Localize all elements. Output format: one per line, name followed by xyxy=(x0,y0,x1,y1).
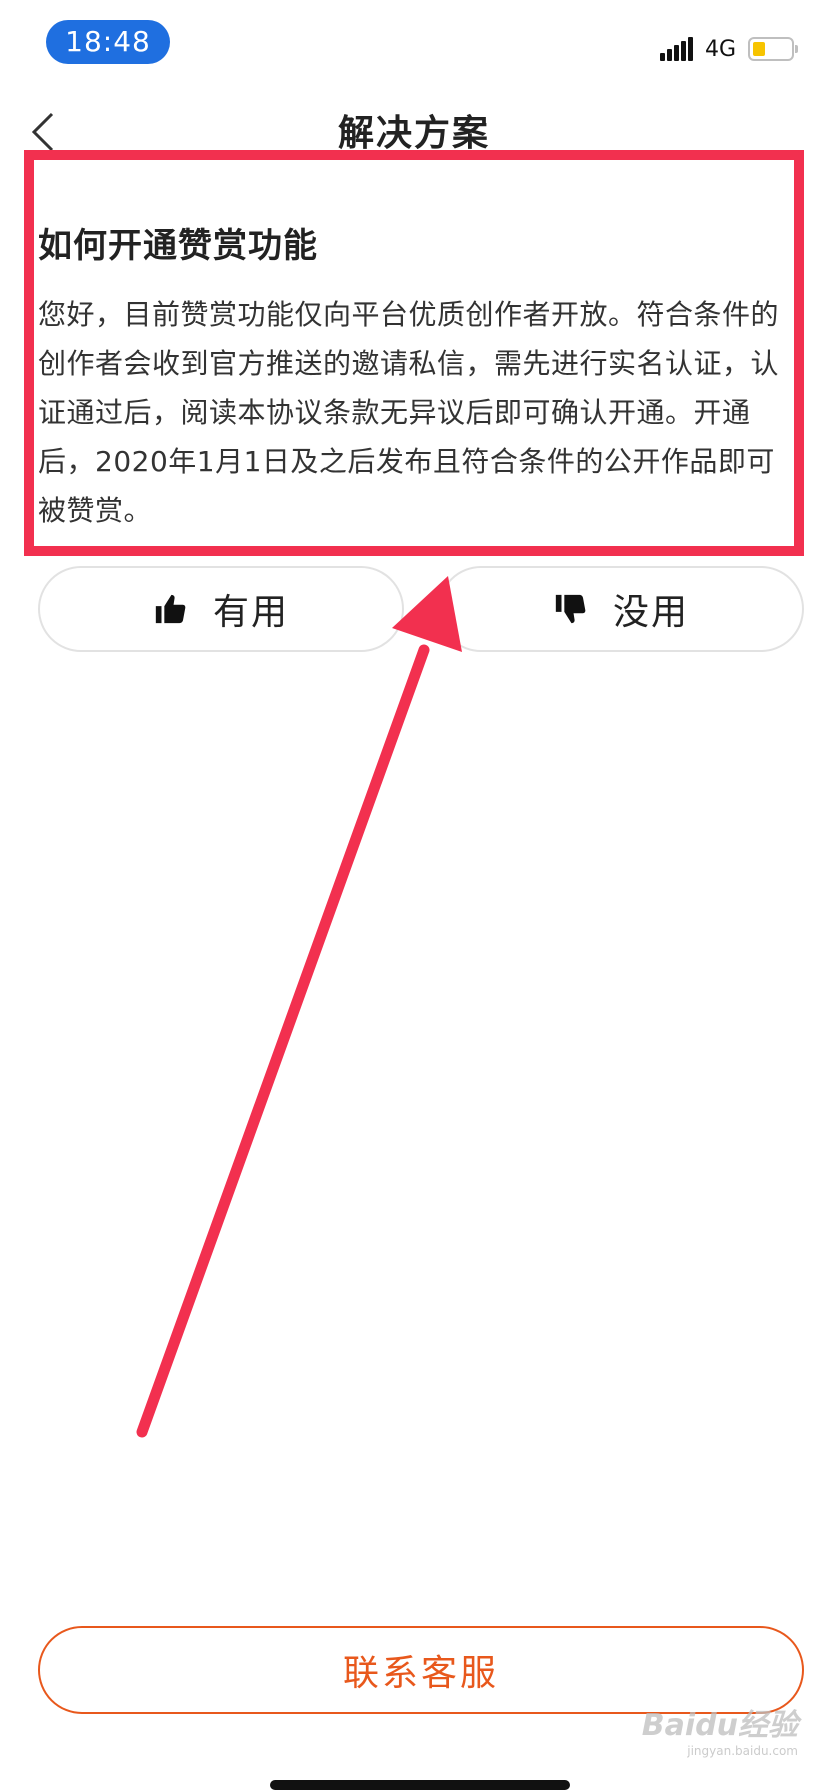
home-indicator[interactable] xyxy=(270,1780,570,1790)
thumbs-up-icon xyxy=(155,594,186,624)
useless-button[interactable]: 没用 xyxy=(438,566,804,652)
status-time: 18:48 xyxy=(46,20,170,64)
useless-label: 没用 xyxy=(612,592,689,633)
battery-icon xyxy=(748,37,798,61)
status-indicators: 4G xyxy=(659,34,798,64)
page: 18:48 4G 解决方案 如何开通赞赏功能 您好，目前赞赏功能仅向平台优质创作… xyxy=(0,0,828,1792)
page-title: 解决方案 xyxy=(337,113,490,154)
watermark-url: jingyan.baidu.com xyxy=(687,1744,798,1758)
arrow-shaft xyxy=(136,644,430,1438)
signal-icon xyxy=(659,37,693,61)
useful-button[interactable]: 有用 xyxy=(38,566,404,652)
network-type: 4G xyxy=(704,36,736,62)
watermark-brand: Baidu经验 xyxy=(641,1708,798,1743)
highlight-box xyxy=(24,150,804,556)
contact-service-label: 联系客服 xyxy=(342,1653,499,1694)
useful-label: 有用 xyxy=(212,592,289,633)
thumbs-down-icon xyxy=(555,594,586,624)
baidu-watermark: Baidu经验 jingyan.baidu.com xyxy=(642,1700,798,1758)
